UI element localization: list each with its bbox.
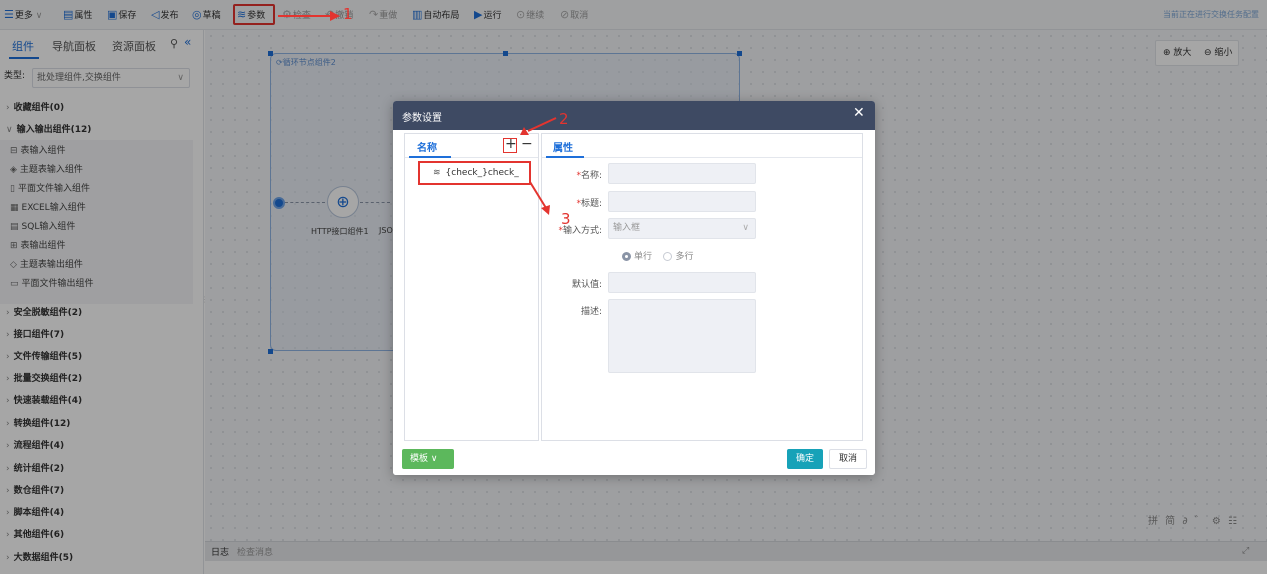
title-field[interactable]	[608, 191, 756, 212]
annotation-number-1: 1	[343, 5, 353, 23]
title-label: *标题:	[576, 199, 602, 209]
params-dialog: 参数设置 ✕ 名称 + − ≋ {check_}check_ 属性 *名称: *标…	[393, 101, 875, 475]
radio-checked	[622, 252, 631, 261]
name-field[interactable]	[608, 163, 756, 184]
default-label: 默认值:	[571, 280, 602, 290]
remove-param-button[interactable]: −	[521, 136, 533, 152]
radio-unchecked	[663, 252, 673, 261]
desc-label: 描述:	[580, 307, 602, 317]
active-tab-indicator	[546, 156, 584, 158]
active-tab-indicator	[409, 156, 451, 158]
name-header: 名称	[417, 143, 437, 154]
dialog-header: 参数设置 ✕	[393, 101, 875, 130]
divider	[542, 157, 862, 158]
param-props-pane: 属性 *名称: *标题: *输入方式: 输入框 ∨ 单行 多行 默认值: 描述:	[541, 133, 863, 441]
dialog-title: 参数设置	[402, 113, 442, 124]
single-line-radio[interactable]: 单行	[622, 252, 652, 262]
close-icon[interactable]: ✕	[853, 105, 865, 121]
param-list-item[interactable]: ≋ {check_}check_	[418, 161, 531, 185]
default-value-field[interactable]	[608, 272, 756, 293]
template-button[interactable]: 模板 ∨	[402, 449, 454, 469]
name-label: *名称:	[576, 171, 602, 181]
description-textarea[interactable]	[608, 299, 756, 373]
dialog-body: 名称 + − ≋ {check_}check_ 属性 *名称: *标题: *输入方…	[393, 130, 875, 475]
add-highlight-box	[503, 138, 517, 153]
chevron-down-icon: ∨	[742, 223, 749, 233]
sliders-icon: ≋	[433, 168, 441, 178]
param-list-pane: 名称 + − ≋ {check_}check_	[404, 133, 539, 441]
chevron-down-icon: ∨	[430, 454, 438, 464]
props-header: 属性	[553, 143, 573, 154]
multi-line-radio[interactable]: 多行	[663, 252, 693, 262]
line-mode-radios: 单行 多行	[622, 249, 693, 262]
input-mode-label: *输入方式:	[558, 226, 602, 236]
input-mode-select[interactable]: 输入框 ∨	[608, 218, 756, 239]
annotation-number-2: 2	[559, 110, 569, 128]
annotation-number-3: 3	[561, 210, 571, 228]
cancel-button[interactable]: 取消	[829, 449, 867, 469]
ok-button[interactable]: 确定	[787, 449, 823, 469]
